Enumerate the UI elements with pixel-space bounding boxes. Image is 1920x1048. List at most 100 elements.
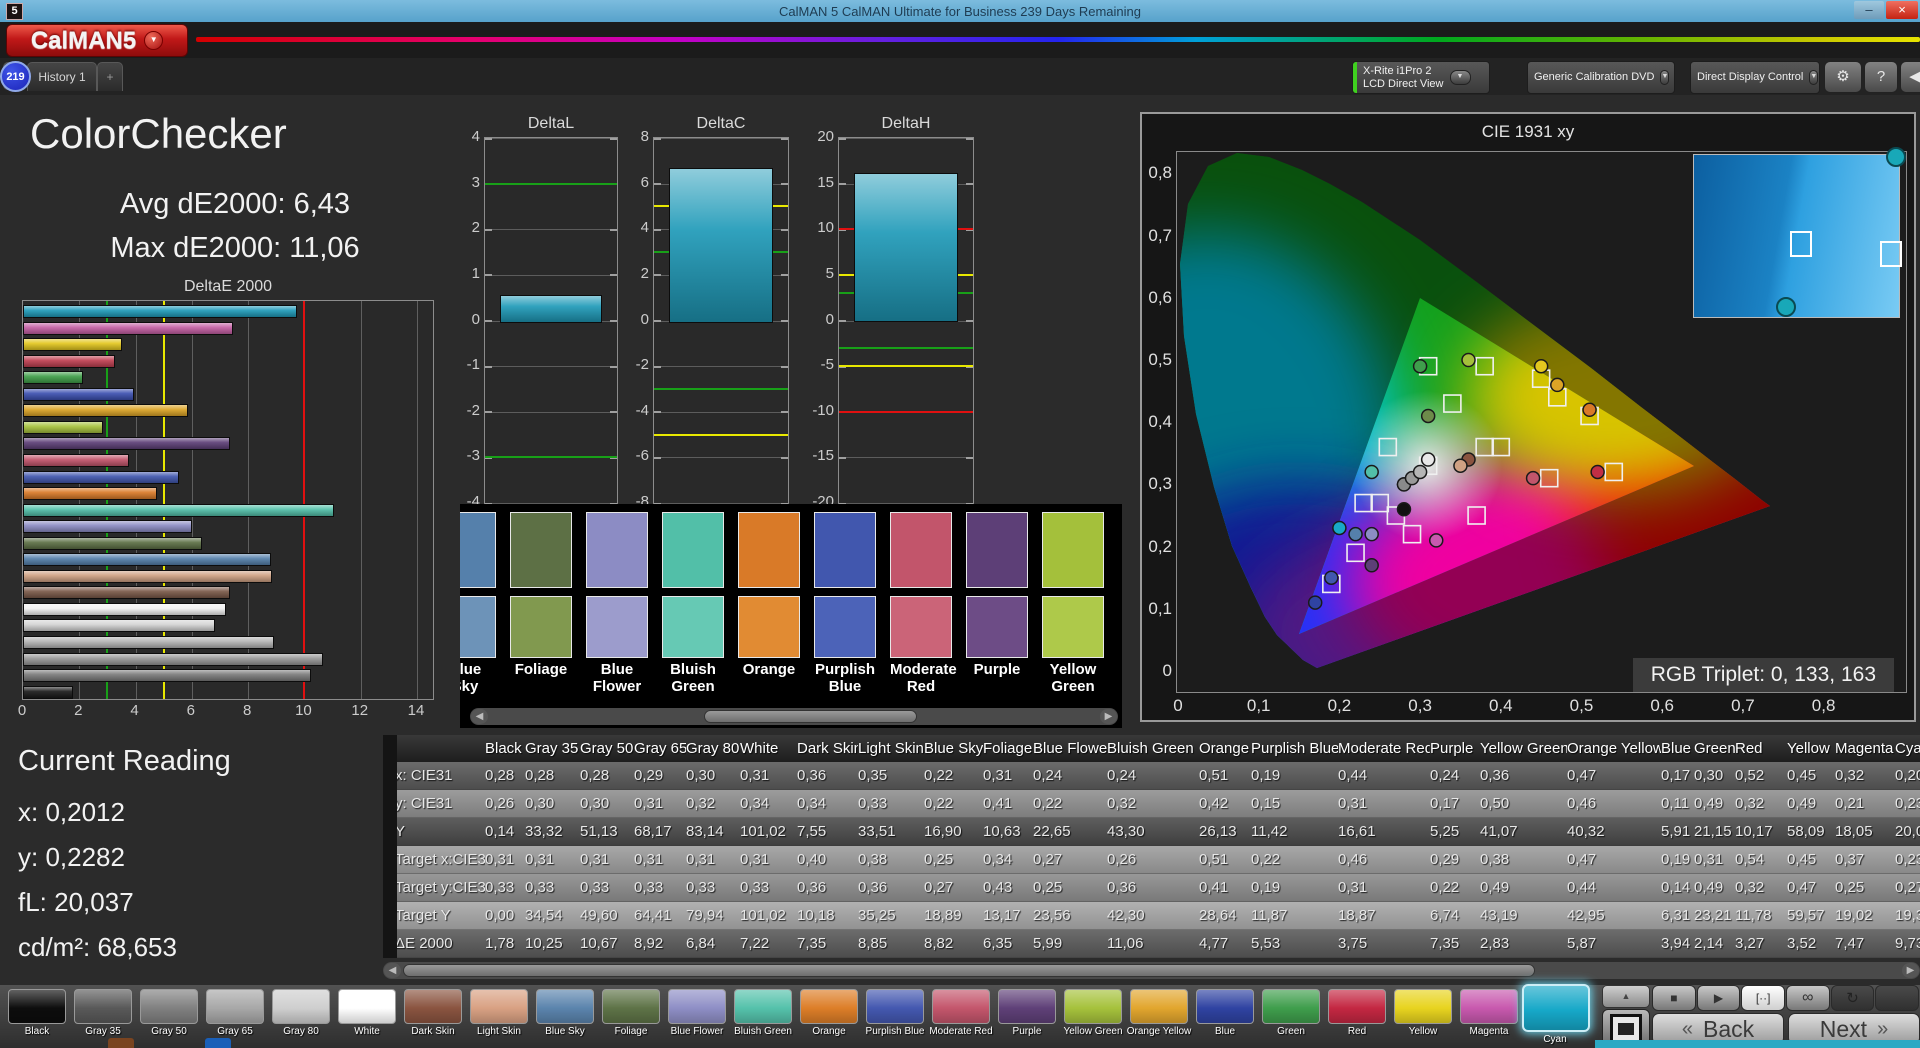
table-cell: 6,31 (1661, 907, 1691, 924)
pattern-swatch-purplish-blue[interactable]: Purplish Blue (862, 989, 928, 1045)
table-cell: 22,65 (1033, 823, 1071, 840)
minimize-button[interactable]: – (1854, 1, 1884, 19)
swatch-chip (866, 989, 924, 1024)
pattern-swatch-orange[interactable]: Orange (796, 989, 862, 1045)
pattern-swatch-magenta[interactable]: Magenta (1456, 989, 1522, 1045)
settings-button[interactable]: ⚙ (1824, 61, 1862, 93)
tab-history-1[interactable]: History 1 (27, 62, 97, 91)
patch-column: Orange (738, 512, 800, 695)
refresh-button[interactable]: ↻ (1830, 985, 1875, 1011)
gridline (485, 138, 617, 139)
table-header-cell: Red (1735, 740, 1763, 757)
meter-status-indicator (1353, 62, 1357, 93)
table-cell: 0,38 (858, 851, 888, 868)
loop-button[interactable]: ∞ (1786, 985, 1830, 1011)
pattern-swatch-blue-sky[interactable]: Blue Sky (532, 989, 598, 1045)
pattern-swatch-purple[interactable]: Purple (994, 989, 1060, 1045)
pattern-swatch-bluish-green[interactable]: Bluish Green (730, 989, 796, 1045)
source-button[interactable]: Generic Calibration DVD ▼ (1527, 61, 1675, 94)
marker-icon: [··] (1755, 991, 1771, 1005)
scroll-left-icon[interactable]: ◀ (471, 709, 488, 724)
play-icon: ▶ (1713, 991, 1724, 1005)
axis-tick-label: 0,8 (1811, 696, 1836, 715)
stop-button[interactable]: ■ (1652, 985, 1696, 1011)
axis-tick-label: 0,6 (1650, 696, 1674, 715)
marker-mode-button[interactable]: [··] (1741, 985, 1786, 1011)
axis-tick-label: 1 (471, 264, 480, 282)
pattern-swatch-yellow-green[interactable]: Yellow Green (1060, 989, 1126, 1045)
patch-label: Blue Flower (592, 661, 642, 695)
cie-measured-point (1324, 570, 1339, 585)
calman-logo-menu[interactable]: CalMAN5 ▼ (6, 24, 188, 57)
table-scrollbar[interactable]: ◀ ▶ (383, 962, 1920, 979)
table-scrollbar-thumb[interactable] (403, 964, 1535, 977)
strip-scrollbar-thumb[interactable] (704, 710, 917, 723)
table-cell: 10,18 (797, 907, 835, 924)
strip-scrollbar[interactable]: ◀ ▶ (470, 708, 1118, 725)
tick-stub (610, 411, 617, 414)
patch-column: Purplish Blue (814, 512, 876, 695)
gridline (360, 301, 362, 699)
table-cell: 0,31 (485, 851, 515, 868)
table-cell: 0,31 (740, 767, 770, 784)
pattern-swatch-blue-flower[interactable]: Blue Flower (664, 989, 730, 1045)
table-cell: 10,17 (1735, 823, 1773, 840)
table-cell: 0,31 (740, 851, 770, 868)
swatch-label: Blue Flower (670, 1026, 724, 1037)
reading-count-badge[interactable]: 219 (0, 61, 31, 92)
table-cell: 11,06 (1107, 935, 1144, 952)
pattern-swatch-black[interactable]: Black (4, 989, 70, 1045)
table-cell: 0,38 (1480, 851, 1510, 868)
scroll-right-icon[interactable]: ▶ (1100, 709, 1117, 724)
close-button[interactable]: × (1886, 1, 1918, 19)
pattern-swatch-white[interactable]: White (334, 989, 400, 1045)
pattern-swatch-gray-80[interactable]: Gray 80 (268, 989, 334, 1045)
pattern-swatch-red[interactable]: Red (1324, 989, 1390, 1045)
chevron-down-icon: ▼ (1809, 70, 1819, 85)
table-cell: 33,32 (525, 823, 563, 840)
swatch-label: Bluish Green (734, 1026, 792, 1037)
pattern-swatch-moderate-red[interactable]: Moderate Red (928, 989, 994, 1045)
meter-button[interactable]: X-Rite i1Pro 2 LCD Direct View ▼ (1352, 61, 1490, 94)
pattern-swatch-gray-35[interactable]: Gray 35 (70, 989, 136, 1045)
pattern-swatch-dark-skin[interactable]: Dark Skin (400, 989, 466, 1045)
table-cell: 0,52 (1735, 767, 1765, 784)
pattern-bar-expand-button[interactable]: ▲ (1602, 985, 1650, 1008)
pattern-swatch-light-skin[interactable]: Light Skin (466, 989, 532, 1045)
taskbar-icon[interactable] (108, 1038, 134, 1048)
pattern-swatch-green[interactable]: Green (1258, 989, 1324, 1045)
pattern-swatch-foliage[interactable]: Foliage (598, 989, 664, 1045)
pattern-swatch-gray-65[interactable]: Gray 65 (202, 989, 268, 1045)
reference-line (485, 182, 617, 185)
deltae-bar (23, 321, 234, 335)
scroll-right-icon[interactable]: ▶ (1902, 963, 1919, 978)
table-cell: 0,28 (485, 767, 515, 784)
display-control-button[interactable]: Direct Display Control ▼ (1690, 61, 1820, 94)
pattern-swatch-yellow[interactable]: Yellow (1390, 989, 1456, 1045)
tick-stub (654, 456, 661, 459)
table-cell: 0,22 (1251, 851, 1281, 868)
stop-icon: ■ (1670, 991, 1678, 1005)
table-cell: 0,36 (858, 879, 888, 896)
cie-measured-point (1420, 408, 1436, 424)
tick-stub (654, 320, 661, 322)
pattern-swatch-orange-yellow[interactable]: Orange Yellow (1126, 989, 1192, 1045)
pattern-swatch-gray-50[interactable]: Gray 50 (136, 989, 202, 1045)
collapse-panel-button[interactable]: ◀ (1900, 61, 1920, 93)
help-button[interactable]: ? (1864, 61, 1898, 93)
axis-tick-label: 4 (471, 128, 480, 145)
pattern-swatch-cyan[interactable]: Cyan (1522, 984, 1590, 1045)
titlebar: 5 CalMAN 5 CalMAN Ultimate for Business … (0, 0, 1920, 22)
scroll-left-icon[interactable]: ◀ (384, 963, 401, 978)
table-cell: 0,47 (1567, 851, 1597, 868)
add-tab-button[interactable]: + (97, 62, 123, 91)
pattern-swatch-blue[interactable]: Blue (1192, 989, 1258, 1045)
gridline (485, 411, 617, 413)
taskbar-icon[interactable] (205, 1038, 231, 1048)
patch-column: Moderate Red (890, 512, 957, 695)
blank-button[interactable] (1875, 985, 1920, 1011)
deltae-bar (23, 437, 230, 451)
axis-tick-label: 0,7 (1148, 225, 1172, 245)
play-button[interactable]: ▶ (1696, 985, 1741, 1011)
measurement-table: Black Gray 35 Gray 50 Gray 65 Gray 80 White Da… (383, 735, 1920, 960)
